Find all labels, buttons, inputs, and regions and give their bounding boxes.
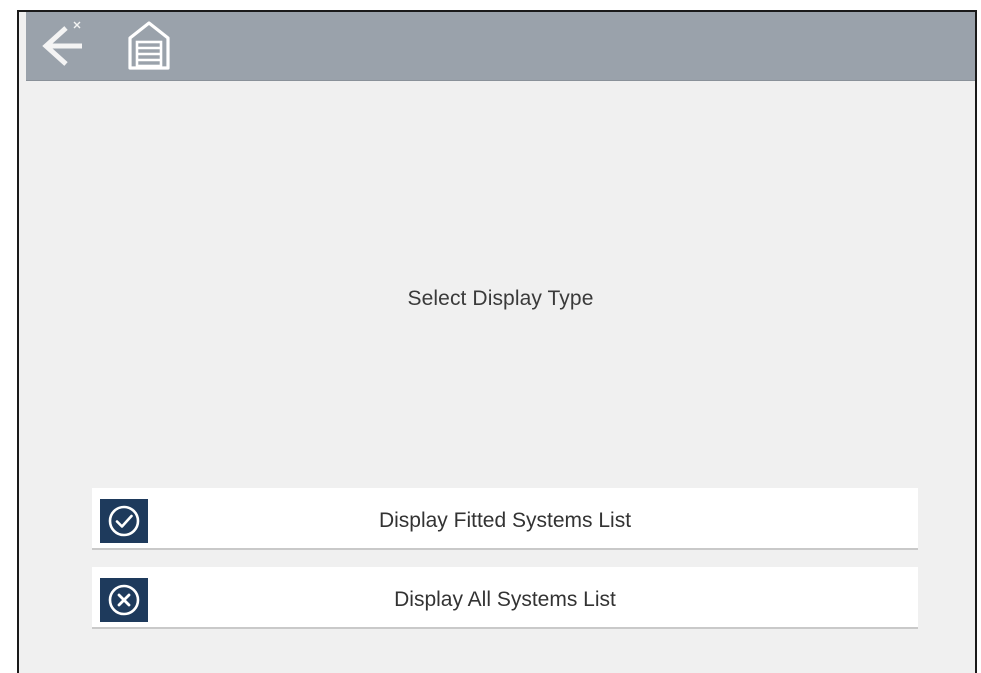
back-arrow-icon — [42, 21, 82, 66]
display-all-systems-button[interactable]: Display All Systems List — [92, 567, 918, 629]
display-fitted-systems-button[interactable]: Display Fitted Systems List — [92, 488, 918, 550]
back-button[interactable] — [36, 20, 88, 68]
top-toolbar — [26, 12, 975, 81]
option-label: Display All Systems List — [394, 588, 616, 611]
garage-home-icon — [128, 21, 170, 70]
app-window: Select Display Type Display Fitted Syste… — [17, 10, 977, 673]
page-title: Select Display Type — [407, 287, 594, 310]
main-content: Select Display Type Display Fitted Syste… — [26, 81, 975, 673]
home-button[interactable] — [126, 18, 172, 72]
option-label: Display Fitted Systems List — [378, 509, 632, 532]
